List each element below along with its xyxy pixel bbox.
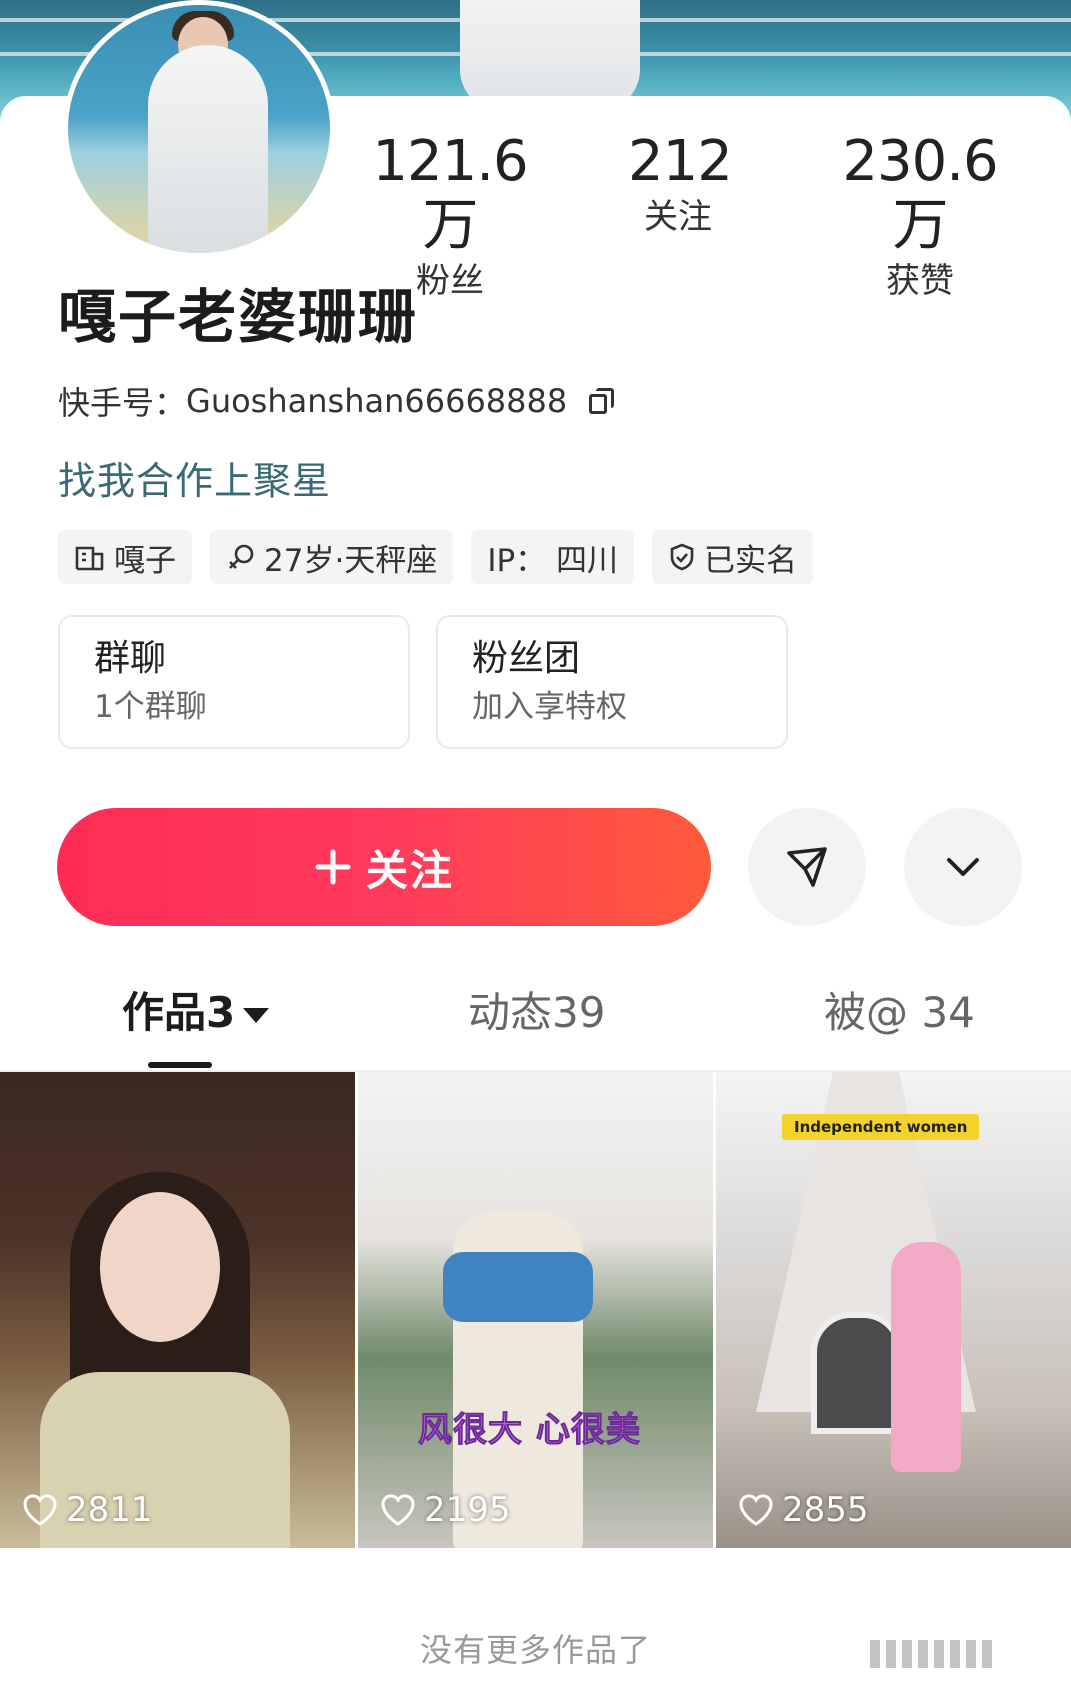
kuaishou-id-value: Guoshanshan66668888 bbox=[186, 382, 568, 420]
profile-name: 嘎子老婆珊珊 bbox=[58, 283, 419, 351]
stat-likes[interactable]: 230.6万 获赞 bbox=[820, 130, 1020, 304]
thumb-arch bbox=[811, 1312, 903, 1434]
watermark bbox=[870, 1640, 1050, 1670]
tab-moments-label: 动态39 bbox=[468, 988, 606, 1037]
tag-verified[interactable]: 已实名 bbox=[652, 530, 814, 584]
fan-club-card[interactable]: 粉丝团 加入享特权 bbox=[436, 615, 788, 749]
group-chat-title: 群聊 bbox=[94, 638, 167, 679]
caret-down-icon bbox=[243, 1008, 270, 1023]
profile-tags: 嘎子 27岁·天秤座 IP： 四川 已实名 bbox=[58, 530, 814, 584]
avatar[interactable] bbox=[63, 0, 335, 258]
profile-stats: 121.6万 粉丝 212 关注 230.6万 获赞 bbox=[360, 129, 1040, 302]
banner-figure bbox=[460, 0, 640, 110]
profile-cards: 群聊 1个群聊 粉丝团 加入享特权 bbox=[58, 615, 788, 749]
video-thumbnail[interactable]: 风很大 心很美 2195 bbox=[358, 1072, 713, 1548]
send-message-button[interactable] bbox=[748, 808, 866, 926]
kuaishou-id: 快手号： Guoshanshan66668888 bbox=[58, 378, 615, 424]
stat-following[interactable]: 212 关注 bbox=[628, 129, 733, 240]
stat-following-label: 关注 bbox=[644, 197, 712, 237]
video-thumbnail[interactable]: Independent women 2855 bbox=[716, 1072, 1071, 1548]
follow-button[interactable]: 关注 bbox=[57, 808, 711, 926]
thumb-scarf bbox=[443, 1252, 593, 1322]
group-chat-subtitle: 1个群聊 bbox=[94, 689, 207, 725]
tag-ip-text: IP： 四川 bbox=[487, 542, 619, 579]
female-icon bbox=[229, 544, 254, 569]
fan-club-title: 粉丝团 bbox=[472, 638, 581, 679]
verified-shield-icon bbox=[670, 543, 694, 571]
tag-workplace-text: 嘎子 bbox=[114, 542, 176, 579]
tag-verified-text: 已实名 bbox=[704, 542, 798, 579]
heart-icon bbox=[739, 1494, 773, 1526]
video-likes-count: 2811 bbox=[66, 1490, 153, 1530]
stat-fans-value: 121.6万 bbox=[372, 129, 528, 258]
avatar-figure bbox=[148, 45, 268, 253]
video-likes: 2195 bbox=[380, 1490, 511, 1530]
video-thumbnail[interactable]: 2811 bbox=[0, 1072, 355, 1548]
kuaishou-id-label: 快手号： bbox=[58, 384, 187, 422]
stat-likes-label: 获赞 bbox=[886, 261, 954, 301]
video-likes-count: 2855 bbox=[782, 1490, 869, 1530]
video-badge: Independent women bbox=[782, 1114, 980, 1140]
building-icon bbox=[75, 546, 104, 571]
heart-icon bbox=[23, 1494, 57, 1526]
tab-moments[interactable]: 动态39 bbox=[468, 980, 605, 1046]
tab-mentions-label: 被@ 34 bbox=[824, 988, 975, 1037]
tab-works[interactable]: 作品3 bbox=[122, 980, 270, 1046]
plus-icon bbox=[315, 849, 351, 885]
fan-club-subtitle: 加入享特权 bbox=[472, 689, 627, 725]
group-chat-card[interactable]: 群聊 1个群聊 bbox=[58, 615, 410, 749]
video-grid: 2811 风很大 心很美 2195 Independent women 2855 bbox=[0, 1072, 1071, 1548]
video-likes-count: 2195 bbox=[424, 1490, 511, 1530]
active-tab-indicator bbox=[148, 1062, 212, 1068]
video-likes: 2811 bbox=[22, 1490, 153, 1530]
content-tabs: 作品3 动态39 被@ 34 bbox=[0, 980, 1071, 1070]
tag-age-text: 27岁·天秤座 bbox=[264, 542, 438, 579]
tag-age: 27岁·天秤座 bbox=[210, 530, 454, 584]
video-caption: 风很大 心很美 bbox=[418, 1410, 641, 1451]
tab-works-label: 作品3 bbox=[122, 988, 236, 1037]
stat-following-value: 212 bbox=[628, 129, 733, 194]
tag-ip: IP： 四川 bbox=[471, 530, 635, 584]
tab-mentions[interactable]: 被@ 34 bbox=[824, 980, 975, 1046]
thumb-person bbox=[891, 1242, 961, 1472]
send-icon bbox=[787, 847, 827, 887]
thumb-face bbox=[100, 1192, 220, 1342]
more-options-button[interactable] bbox=[904, 808, 1022, 926]
video-likes: 2855 bbox=[738, 1490, 869, 1530]
copy-icon[interactable] bbox=[589, 388, 615, 414]
tag-workplace[interactable]: 嘎子 bbox=[58, 530, 192, 584]
chevron-down-icon bbox=[947, 858, 979, 876]
follow-label: 关注 bbox=[365, 846, 454, 894]
heart-icon bbox=[381, 1494, 415, 1526]
profile-bio[interactable]: 找我合作上聚星 bbox=[58, 450, 331, 505]
stat-likes-value: 230.6万 bbox=[842, 129, 998, 258]
